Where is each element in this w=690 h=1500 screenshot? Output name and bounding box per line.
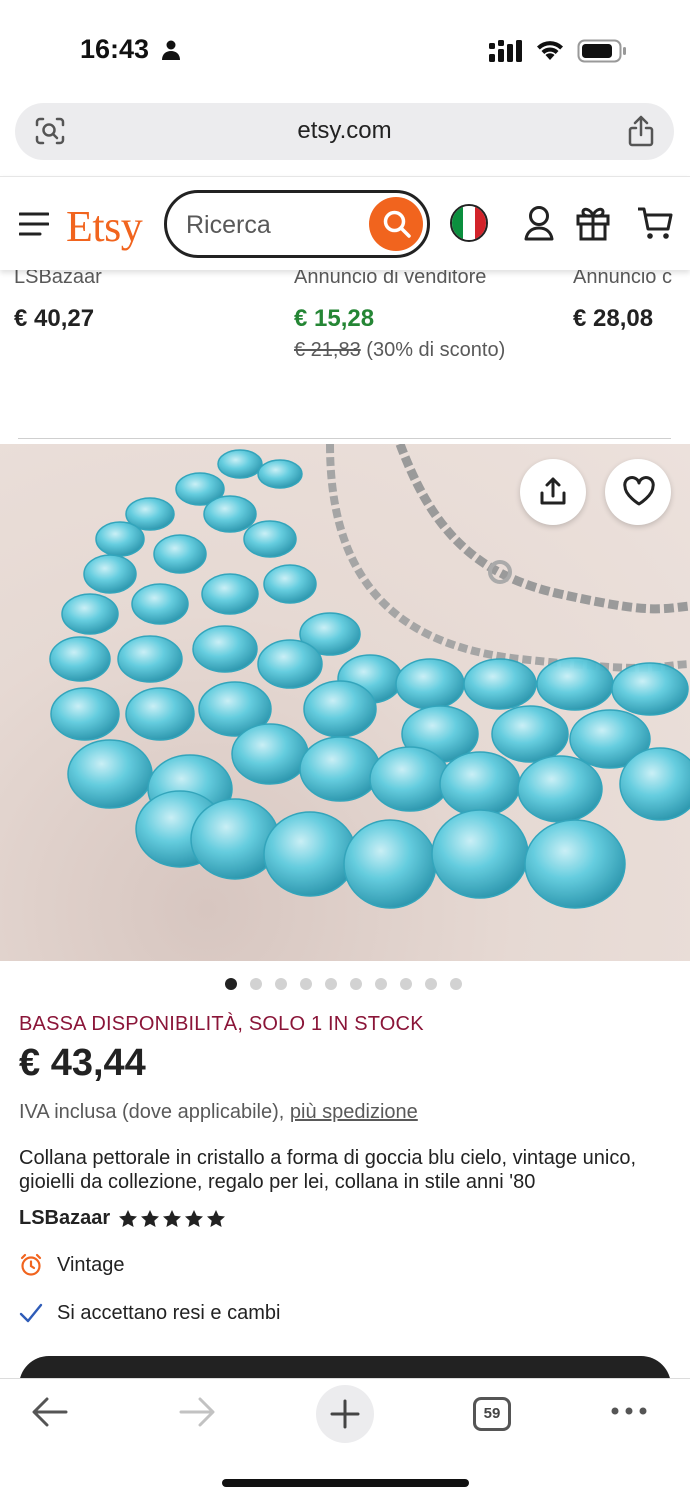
star-icon: [185, 1209, 204, 1227]
cart-icon[interactable]: [637, 205, 673, 241]
star-icon: [141, 1209, 160, 1227]
gift-icon[interactable]: [576, 205, 610, 241]
search-input[interactable]: Ricerca: [164, 190, 430, 258]
more-options-icon[interactable]: [610, 1406, 648, 1416]
tab-switcher-button[interactable]: 59: [473, 1397, 511, 1431]
gallery-dot[interactable]: [425, 978, 437, 990]
rating-stars[interactable]: [118, 1209, 226, 1229]
new-tab-button[interactable]: [316, 1385, 374, 1443]
rec-discount: (30% di sconto): [366, 339, 506, 361]
shop-name[interactable]: LSBazaar: [19, 1207, 110, 1230]
necklace-photo: [49, 444, 690, 909]
plus-icon: [330, 1399, 360, 1429]
recommendation-card[interactable]: Annuncio c € 28,08: [573, 266, 690, 396]
gallery-dot[interactable]: [225, 978, 237, 990]
feature-vintage: Vintage: [19, 1253, 124, 1277]
gallery-dot[interactable]: [325, 978, 337, 990]
shipping-link[interactable]: più spedizione: [290, 1101, 418, 1123]
product-image[interactable]: [0, 444, 690, 961]
vat-text: IVA inclusa (dove applicabile),: [19, 1101, 285, 1123]
status-bar: 16:43: [0, 0, 690, 100]
rec-original-price-line: € 21,83 (30% di sconto): [294, 339, 505, 362]
italy-flag-icon[interactable]: [450, 204, 488, 242]
hamburger-menu-icon[interactable]: [19, 212, 49, 236]
share-icon[interactable]: [628, 115, 654, 147]
forward-arrow-icon[interactable]: [178, 1395, 216, 1429]
feature-label: Vintage: [57, 1253, 125, 1276]
recommendation-card[interactable]: Annuncio di venditore € 15,28 € 21,83 (3…: [294, 266, 505, 396]
star-icon: [119, 1209, 138, 1227]
wifi-icon: [537, 41, 563, 60]
rec-original-price: € 21,83: [294, 339, 361, 361]
search-icon: [383, 210, 411, 238]
gallery-dot[interactable]: [400, 978, 412, 990]
gallery-dot[interactable]: [275, 978, 287, 990]
gallery-dot[interactable]: [250, 978, 262, 990]
search-button[interactable]: [369, 197, 423, 251]
feature-label: Si accettano resi e cambi: [57, 1301, 281, 1324]
heart-icon: [623, 476, 655, 506]
url-text[interactable]: etsy.com: [15, 117, 674, 145]
product-price: € 43,44: [19, 1042, 146, 1084]
rec-price: € 15,28: [294, 305, 375, 332]
person-icon: [162, 40, 180, 60]
share-icon: [540, 477, 566, 505]
address-bar[interactable]: etsy.com: [15, 103, 674, 160]
feature-returns: Si accettano resi e cambi: [19, 1301, 280, 1325]
product-title: Collana pettorale in cristallo a forma d…: [19, 1147, 637, 1193]
favorite-button[interactable]: [605, 459, 671, 525]
alarm-clock-icon: [20, 1253, 42, 1276]
star-icon: [207, 1209, 226, 1227]
home-indicator: [222, 1479, 469, 1487]
cellular-signal-icon: [489, 40, 522, 62]
recommendation-card[interactable]: LSBazaar € 40,27: [14, 266, 102, 396]
gallery-dot[interactable]: [375, 978, 387, 990]
shop-info[interactable]: LSBazaar: [19, 1207, 226, 1230]
stock-notice: BASSA DISPONIBILITÀ, SOLO 1 IN STOCK: [19, 1013, 424, 1035]
search-placeholder: Ricerca: [186, 211, 271, 239]
account-icon[interactable]: [524, 205, 554, 241]
gallery-dot[interactable]: [300, 978, 312, 990]
browser-toolbar: 59: [0, 1378, 690, 1500]
back-arrow-icon[interactable]: [31, 1395, 69, 1429]
gallery-dot[interactable]: [450, 978, 462, 990]
status-time: 16:43: [80, 34, 150, 64]
site-header: Etsy Ricerca: [0, 176, 690, 270]
star-icon: [163, 1209, 182, 1227]
share-image-button[interactable]: [520, 459, 586, 525]
rec-price: € 40,27: [14, 305, 95, 332]
checkmark-icon: [19, 1303, 43, 1323]
gallery-dot[interactable]: [350, 978, 362, 990]
vat-notice: IVA inclusa (dove applicabile), più sped…: [19, 1101, 418, 1124]
etsy-logo[interactable]: Etsy: [66, 201, 143, 252]
section-divider: [18, 438, 671, 439]
battery-icon: [577, 39, 626, 63]
rec-price: € 28,08: [573, 305, 654, 332]
gallery-pagination[interactable]: [225, 978, 462, 990]
